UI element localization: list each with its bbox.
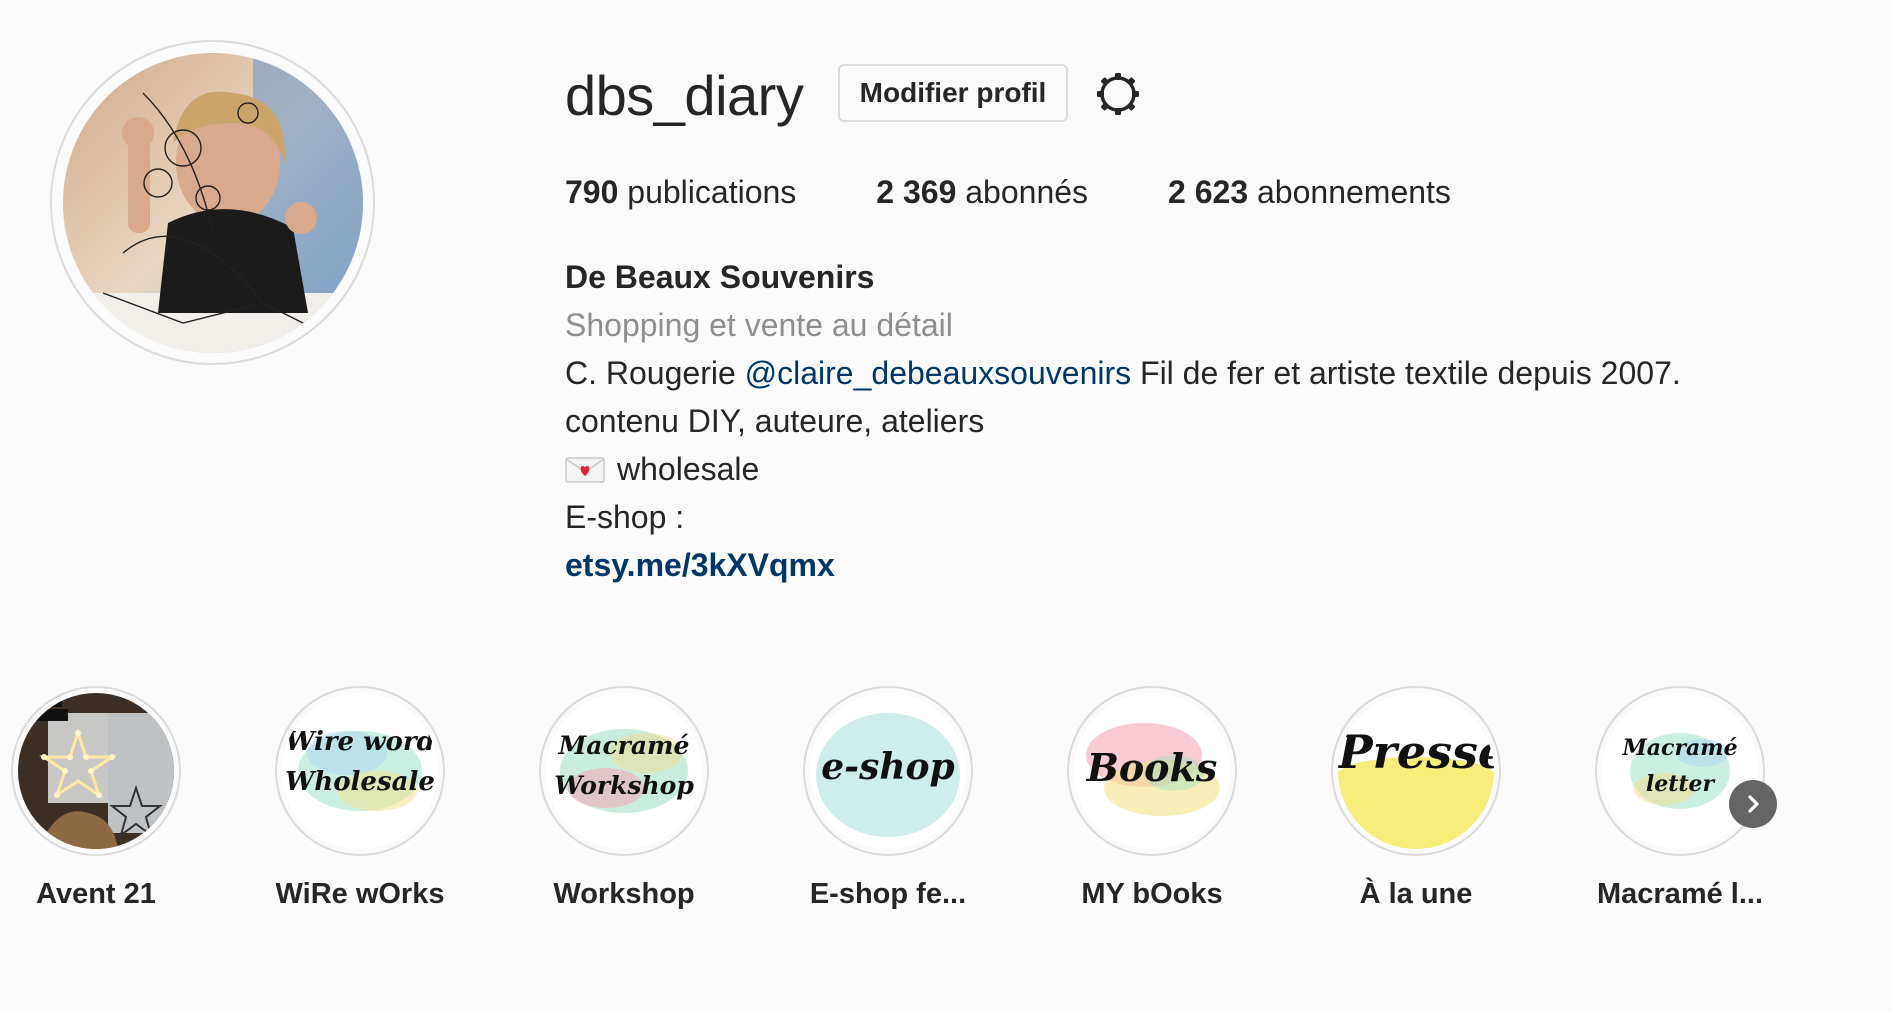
bio-mention-link[interactable]: @claire_debeauxsouvenirs bbox=[745, 355, 1131, 391]
highlight-label: Avent 21 bbox=[36, 878, 156, 910]
stat-following-count: 2 623 bbox=[1168, 174, 1249, 210]
highlight-label: E-shop fe... bbox=[809, 878, 967, 910]
highlight-label: Workshop bbox=[553, 878, 695, 910]
bio-website-link[interactable]: etsy.me/3kXVqmx bbox=[565, 541, 1765, 589]
stat-followers-count: 2 369 bbox=[876, 174, 957, 210]
stat-posts-label: publications bbox=[627, 174, 797, 210]
highlight-label: Macramé l... bbox=[1596, 878, 1764, 910]
highlight-cover: Macramé letter bbox=[1602, 693, 1758, 849]
stat-posts-count: 790 bbox=[565, 174, 619, 210]
stat-followers-label: abonnés bbox=[965, 174, 1089, 210]
profile-avatar[interactable] bbox=[50, 40, 375, 365]
highlight-item[interactable]: Avent 21 bbox=[1, 686, 191, 911]
bio-line-3: wholesale bbox=[565, 445, 1765, 493]
settings-gear-icon[interactable] bbox=[1092, 68, 1144, 120]
highlight-cover-text: Macramé bbox=[558, 731, 690, 760]
highlight-label: MY bOoks bbox=[1081, 878, 1223, 910]
highlight-item[interactable]: Wire word Wholesale WiRe wOrks bbox=[265, 686, 455, 911]
story-highlights: Avent 21 Wire word Wholesale WiRe wOrks bbox=[0, 686, 1892, 926]
highlight-cover-ring: Macramé letter bbox=[1595, 686, 1765, 856]
highlight-cover-ring bbox=[11, 686, 181, 856]
highlight-cover-text: Books bbox=[1086, 745, 1218, 790]
highlight-cover: Presse bbox=[1338, 693, 1494, 849]
highlight-cover: Wire word Wholesale bbox=[282, 693, 438, 849]
highlight-label: WiRe wOrks bbox=[275, 878, 445, 910]
bio-line-3-text: wholesale bbox=[617, 451, 760, 487]
highlight-item[interactable]: Books MY bOoks bbox=[1057, 686, 1247, 911]
highlight-cover: Books bbox=[1074, 693, 1230, 849]
highlights-next-chevron-icon[interactable] bbox=[1729, 780, 1777, 828]
stat-posts: 790 publications bbox=[565, 170, 796, 214]
highlight-cover-text: Presse bbox=[1338, 725, 1494, 779]
bio-line-2: contenu DIY, auteure, ateliers bbox=[565, 403, 985, 439]
highlight-cover-photo bbox=[18, 693, 174, 849]
profile-bio: De Beaux Souvenirs Shopping et vente au … bbox=[565, 253, 1765, 589]
highlight-cover bbox=[18, 693, 174, 849]
highlight-cover-ring: Wire word Wholesale bbox=[275, 686, 445, 856]
highlight-cover: Macramé Workshop bbox=[546, 693, 702, 849]
bio-line-1: C. Rougerie @claire_debeauxsouvenirs Fil… bbox=[565, 349, 1765, 397]
bio-line-4: E-shop : bbox=[565, 499, 685, 535]
stat-following[interactable]: 2 623 abonnements bbox=[1168, 170, 1451, 214]
highlight-cover-ring: Macramé Workshop bbox=[539, 686, 709, 856]
highlight-cover-text: Workshop bbox=[554, 771, 694, 800]
stat-followers[interactable]: 2 369 abonnés bbox=[876, 170, 1088, 214]
bio-line-1-prefix: C. Rougerie bbox=[565, 355, 745, 391]
profile-page: dbs_diary Modifier profil 790 publicatio… bbox=[0, 0, 1892, 1012]
highlight-cover-text: Wire word bbox=[285, 727, 435, 757]
highlight-label: À la une bbox=[1359, 878, 1473, 910]
stat-following-label: abonnements bbox=[1257, 174, 1451, 210]
highlight-cover-ring: e-shop bbox=[803, 686, 973, 856]
highlight-item[interactable]: e-shop E-shop fe... bbox=[793, 686, 983, 911]
highlight-cover-text: Wholesale bbox=[285, 767, 435, 797]
bio-line-1-suffix: Fil de fer et artiste textile depuis 200… bbox=[1131, 355, 1681, 391]
highlight-cover-text: Macramé bbox=[1622, 735, 1738, 761]
profile-category: Shopping et vente au détail bbox=[565, 307, 953, 343]
profile-display-name: De Beaux Souvenirs bbox=[565, 259, 875, 295]
love-letter-icon bbox=[565, 457, 605, 483]
profile-username: dbs_diary bbox=[565, 64, 804, 127]
edit-profile-button[interactable]: Modifier profil bbox=[838, 64, 1068, 122]
highlight-cover: e-shop bbox=[810, 693, 966, 849]
profile-stats: 790 publications 2 369 abonnés 2 623 abo… bbox=[565, 170, 1531, 214]
highlight-item[interactable]: Presse À la une bbox=[1321, 686, 1511, 911]
highlight-item[interactable]: Macramé Workshop Workshop bbox=[529, 686, 719, 911]
avatar-photo bbox=[62, 52, 363, 353]
highlight-cover-ring: Books bbox=[1067, 686, 1237, 856]
highlight-cover-text: e-shop bbox=[821, 746, 955, 788]
highlight-cover-ring: Presse bbox=[1331, 686, 1501, 856]
